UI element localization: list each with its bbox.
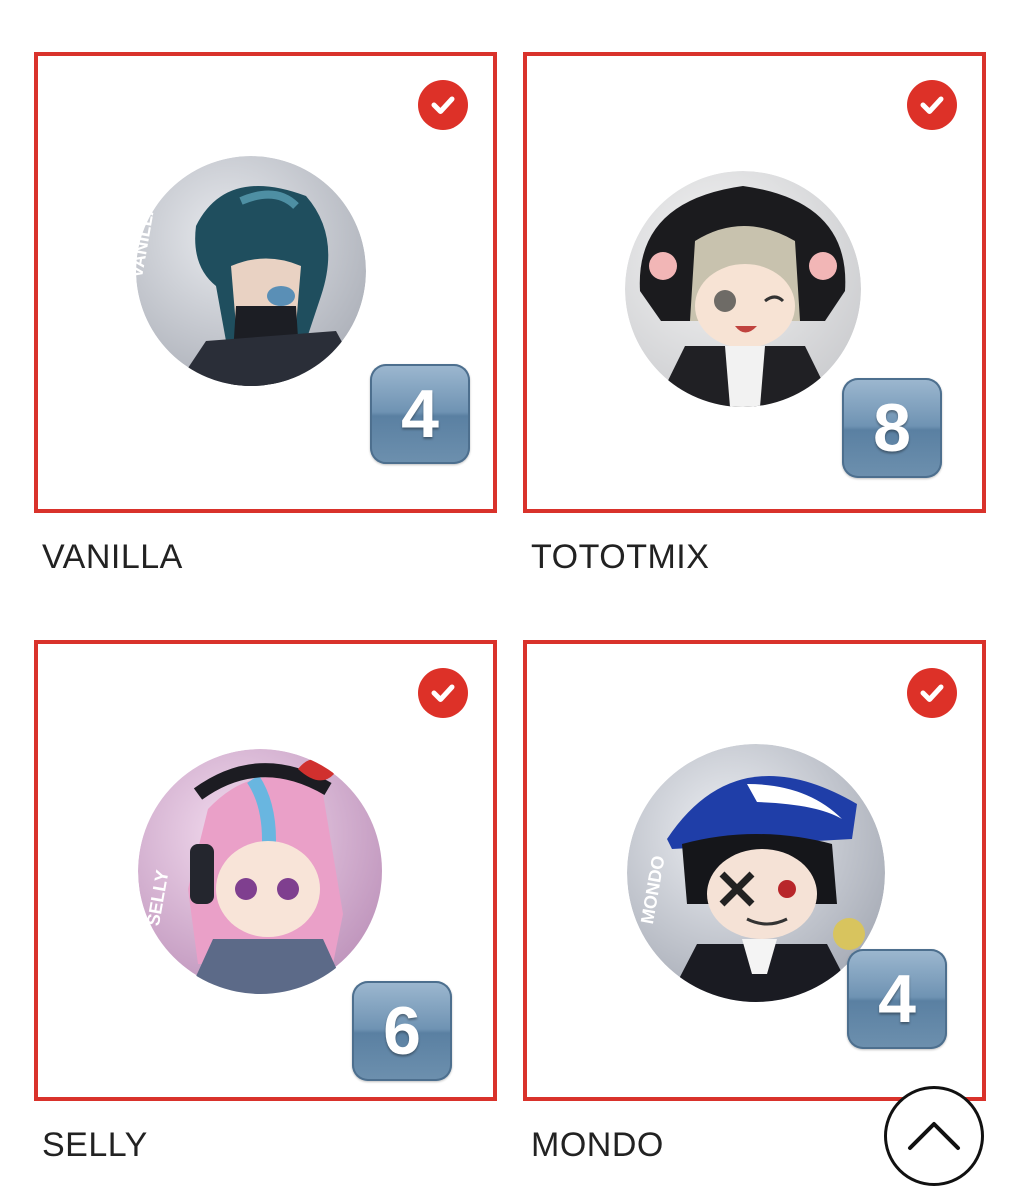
item-card-tototmix[interactable]: TOTOTMIX 8: [523, 52, 986, 513]
item-label[interactable]: MONDO: [531, 1126, 664, 1165]
check-circle-icon: [418, 668, 468, 718]
product-image: [136, 156, 366, 386]
product-image: [138, 749, 383, 994]
count-badge: 4: [370, 364, 470, 464]
item-label[interactable]: SELLY: [42, 1126, 148, 1165]
item-label[interactable]: VANILLA: [42, 538, 183, 577]
item-card-mondo[interactable]: MONDO 4: [523, 640, 986, 1101]
count-badge: 6: [352, 981, 452, 1081]
item-label[interactable]: TOTOTMIX: [531, 538, 709, 577]
chevron-up-icon: [908, 1122, 960, 1150]
count-badge: 4: [847, 949, 947, 1049]
check-circle-icon: [418, 80, 468, 130]
scroll-to-top-button[interactable]: [884, 1086, 984, 1186]
item-card-selly[interactable]: SELLY 6: [34, 640, 497, 1101]
count-badge: 8: [842, 378, 942, 478]
product-image: [625, 171, 861, 407]
check-circle-icon: [907, 80, 957, 130]
check-circle-icon: [907, 668, 957, 718]
item-card-vanilla[interactable]: VANILLA 4: [34, 52, 497, 513]
